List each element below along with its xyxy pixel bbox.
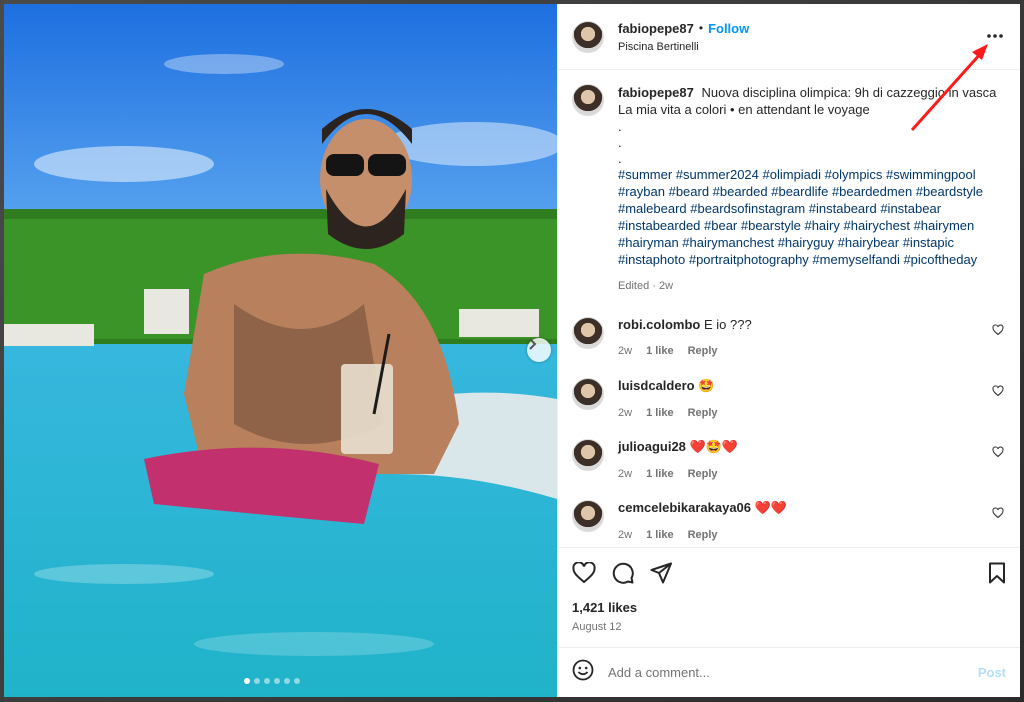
commenter-username[interactable]: cemcelebikarakaya06: [618, 500, 751, 515]
carousel-dot: [264, 678, 270, 684]
comment-text: ❤️🤩❤️: [689, 439, 739, 454]
ellipsis-icon: [987, 34, 1003, 38]
comments-scroll-area[interactable]: fabiopepe87 Nuova disciplina olimpica: 9…: [558, 70, 1020, 547]
comment-item: luisdcaldero 🤩 2w 1 like Reply: [572, 378, 1006, 439]
comment-bubble-icon[interactable]: [612, 562, 634, 584]
commenter-username[interactable]: julioagui28: [618, 439, 686, 454]
add-comment-bar: Post: [558, 647, 1020, 697]
separator-dot: •: [698, 21, 704, 35]
reply-button[interactable]: Reply: [688, 407, 718, 419]
commenter-avatar[interactable]: [572, 317, 604, 349]
comment-text: 🤩: [698, 378, 715, 393]
comment-time: 2w: [618, 529, 633, 541]
carousel-indicator: [244, 678, 300, 684]
comment-input[interactable]: [608, 665, 978, 680]
paper-plane-icon[interactable]: [650, 562, 672, 584]
post-photo[interactable]: [4, 4, 557, 697]
smiley-icon[interactable]: [572, 659, 594, 686]
author-username[interactable]: fabiopepe87: [618, 21, 694, 36]
heart-icon[interactable]: [572, 562, 596, 584]
comment-likes[interactable]: 1 like: [646, 529, 674, 541]
comment-text: E io ???: [703, 317, 752, 332]
caption-line1: Nuova disciplina olimpica: 9h di cazzegg…: [701, 85, 997, 100]
more-options-icon[interactable]: [986, 28, 1004, 39]
comment-likes[interactable]: 1 like: [646, 468, 674, 480]
author-avatar[interactable]: [572, 20, 604, 53]
caption-hashtags[interactable]: #summer #summer2024 #olimpiadi #olympics…: [618, 167, 983, 267]
bookmark-icon[interactable]: [988, 562, 1006, 584]
caption-username[interactable]: fabiopepe87: [618, 85, 694, 100]
post-comment-button[interactable]: Post: [978, 665, 1006, 680]
commenter-username[interactable]: luisdcaldero: [618, 378, 695, 393]
commenter-username[interactable]: robi.colombo: [618, 317, 700, 332]
comment-time: 2w: [618, 407, 633, 419]
follow-button[interactable]: Follow: [708, 21, 749, 36]
comment-item: julioagui28 ❤️🤩❤️ 2w 1 like Reply: [572, 439, 1006, 500]
comment-time: 2w: [618, 468, 633, 480]
post-date: August 12: [572, 621, 622, 633]
carousel-dot: [244, 678, 250, 684]
comment-list: robi.colombo E io ??? 2w 1 like Reply lu…: [572, 317, 1006, 547]
post-details-panel: fabiopepe87 • Follow Piscina Bertinelli …: [557, 4, 1020, 697]
caption-dot: .: [618, 135, 622, 150]
caption-line2: La mia vita a colori • en attendant le v…: [618, 102, 870, 117]
likes-count[interactable]: 1,421 likes: [572, 600, 1006, 615]
carousel-dot: [274, 678, 280, 684]
post-modal: fabiopepe87 • Follow Piscina Bertinelli …: [4, 4, 1020, 697]
reply-button[interactable]: Reply: [688, 468, 718, 480]
carousel-dot: [294, 678, 300, 684]
comment-heart-icon[interactable]: [992, 506, 1004, 524]
reply-button[interactable]: Reply: [688, 345, 718, 357]
caption-dot: .: [618, 151, 622, 166]
caption-edited-time: Edited · 2w: [618, 280, 674, 292]
reply-button[interactable]: Reply: [688, 529, 718, 541]
commenter-avatar[interactable]: [572, 439, 604, 471]
comment-likes[interactable]: 1 like: [646, 345, 674, 357]
caption-avatar[interactable]: [572, 84, 604, 116]
carousel-dot: [284, 678, 290, 684]
comment-item: cemcelebikarakaya06 ❤️❤️ 2w 1 like Reply: [572, 500, 1006, 547]
chevron-right-icon: [529, 338, 537, 350]
carousel-dot: [254, 678, 260, 684]
commenter-avatar[interactable]: [572, 500, 604, 532]
author-info: fabiopepe87 • Follow Piscina Bertinelli: [618, 21, 749, 53]
comment-likes[interactable]: 1 like: [646, 407, 674, 419]
post-actions: 1,421 likes August 12: [558, 547, 1020, 647]
post-header: fabiopepe87 • Follow Piscina Bertinelli: [558, 4, 1020, 70]
comment-heart-icon[interactable]: [992, 323, 1004, 341]
commenter-avatar[interactable]: [572, 378, 604, 410]
comment-item: robi.colombo E io ??? 2w 1 like Reply: [572, 317, 1006, 378]
comment-text: ❤️❤️: [754, 500, 788, 515]
comment-heart-icon[interactable]: [992, 384, 1004, 402]
post-caption: fabiopepe87 Nuova disciplina olimpica: 9…: [572, 84, 1006, 295]
photo-illustration: [4, 4, 557, 697]
caption-dot: .: [618, 119, 622, 134]
carousel-next-button[interactable]: [527, 338, 551, 362]
post-location[interactable]: Piscina Bertinelli: [618, 41, 749, 53]
comment-heart-icon[interactable]: [992, 445, 1004, 463]
comment-time: 2w: [618, 345, 633, 357]
